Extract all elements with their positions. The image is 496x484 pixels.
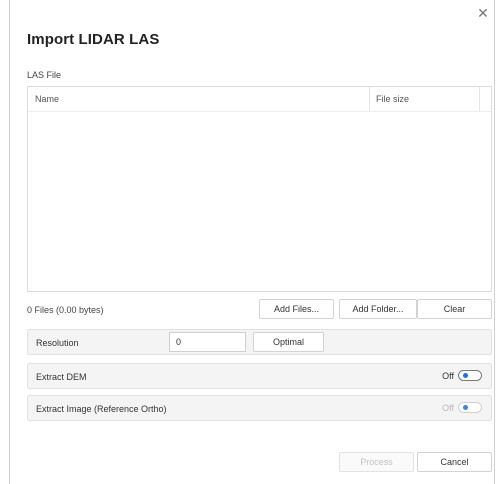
process-button: Process [339,452,414,472]
column-size-header[interactable]: File size [369,87,479,111]
add-folder-button[interactable]: Add Folder... [339,299,417,319]
toggle-knob [463,405,468,410]
cancel-button[interactable]: Cancel [417,452,492,472]
resolution-row: Resolution 0 Optimal [27,329,492,355]
extract-image-toggle [458,402,482,413]
extract-dem-toggle-group[interactable]: Off [442,370,482,381]
resolution-label: Resolution [36,338,79,348]
dialog-title: Import LIDAR LAS [27,31,160,48]
resolution-input[interactable]: 0 [169,332,246,352]
toggle-knob [463,373,468,378]
las-file-table[interactable]: Name File size [27,86,492,292]
extract-image-toggle-group: Off [442,402,482,413]
add-files-button[interactable]: Add Files... [259,299,334,319]
extract-image-state: Off [442,402,454,413]
files-count: 0 Files (0.00 bytes) [27,305,104,315]
file-table-header: Name File size [28,87,491,112]
column-spacer [479,87,491,111]
extract-dem-row: Extract DEM Off [27,363,492,389]
close-icon[interactable]: ✕ [476,6,490,20]
extract-image-row: Extract Image (Reference Ortho) Off [27,395,492,421]
clear-button[interactable]: Clear [417,299,492,319]
extract-dem-label: Extract DEM [36,372,87,382]
extract-dem-toggle[interactable] [458,370,482,381]
optimal-button[interactable]: Optimal [253,332,324,352]
import-lidar-dialog: ✕ Import LIDAR LAS LAS File Name File si… [9,0,495,484]
extract-dem-state: Off [442,370,454,381]
las-file-label: LAS File [27,70,62,80]
extract-image-label: Extract Image (Reference Ortho) [36,404,167,414]
column-size-label: File size [376,94,410,104]
column-name-header[interactable]: Name [35,94,59,104]
